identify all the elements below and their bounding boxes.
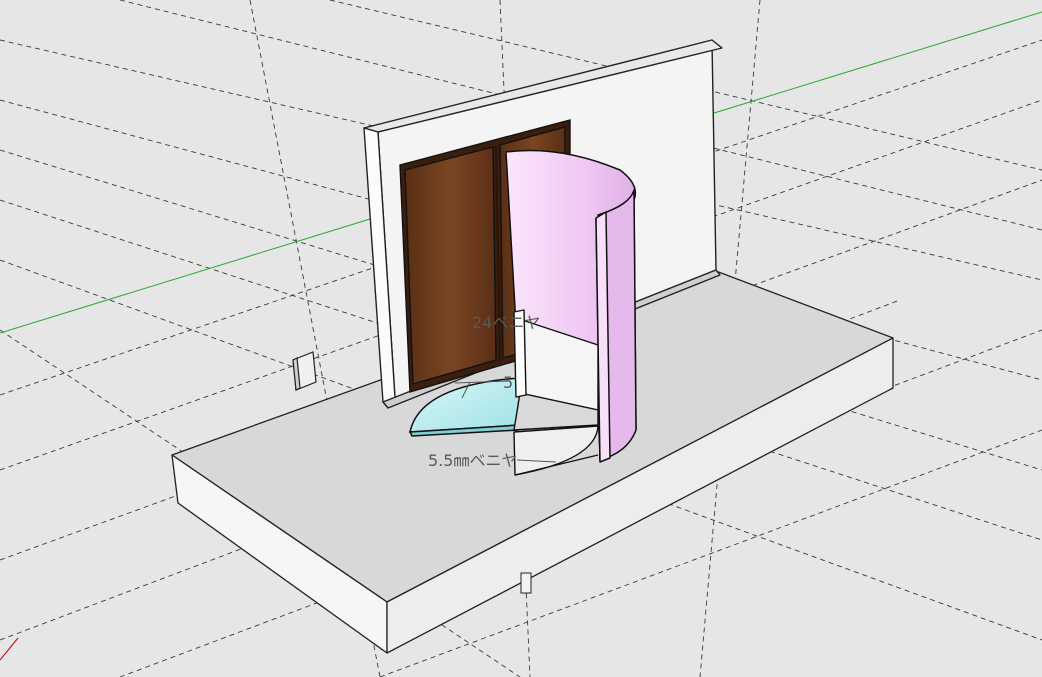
door-leaf-left[interactable] (404, 146, 497, 385)
model-canvas[interactable]: 24ベニヤ 5 5.5㎜ベニヤ (0, 0, 1042, 677)
label-middle: 5 (503, 373, 513, 392)
sketchup-viewport[interactable]: 24ベニヤ 5 5.5㎜ベニヤ (0, 0, 1042, 677)
support-post (520, 572, 532, 594)
red-axis (0, 637, 19, 661)
label-upper: 24ベニヤ (472, 313, 540, 332)
small-block[interactable] (292, 351, 317, 391)
label-lower: 5.5㎜ベニヤ (428, 451, 517, 470)
